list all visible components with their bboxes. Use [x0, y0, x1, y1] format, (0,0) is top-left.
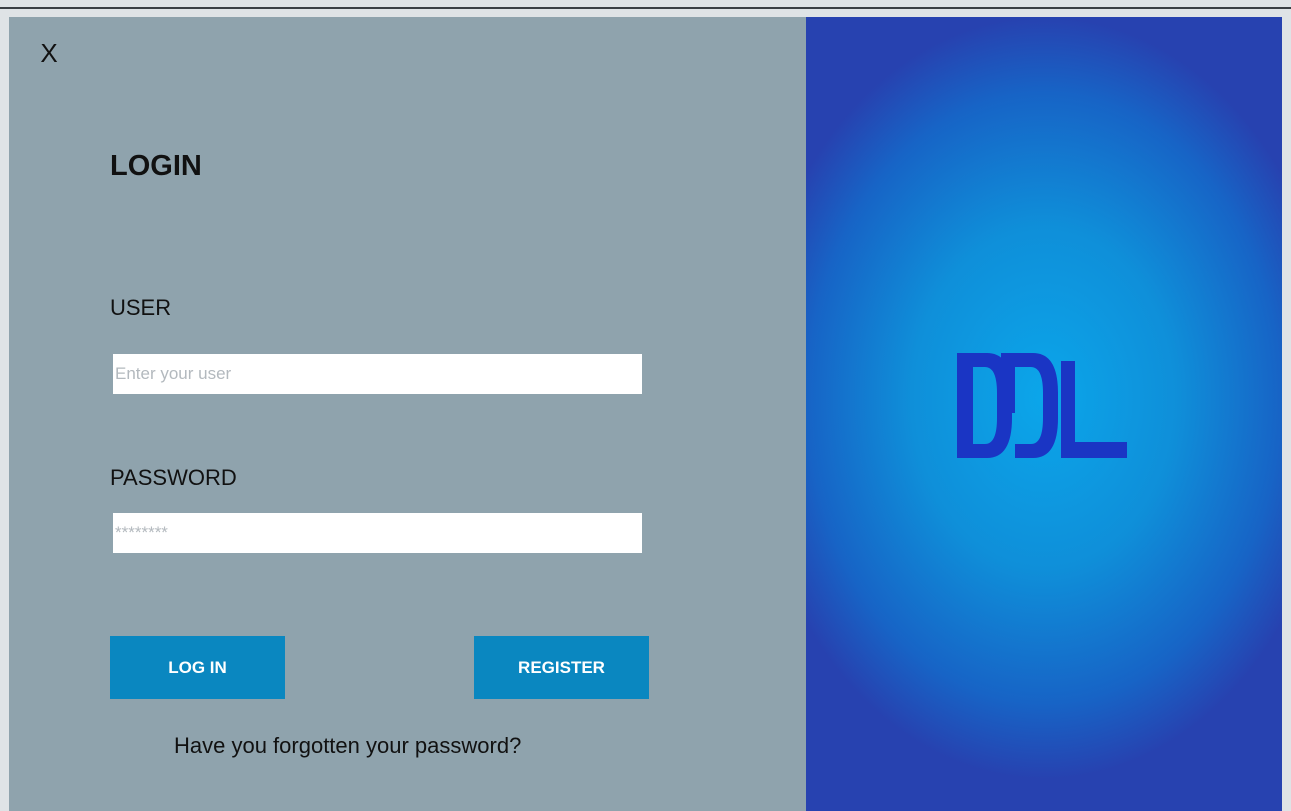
- close-button[interactable]: X: [37, 39, 61, 67]
- login-panel: X LOGIN USER PASSWORD LOG IN REGISTER Ha…: [9, 17, 806, 811]
- brand-panel: [806, 17, 1282, 811]
- register-button[interactable]: REGISTER: [474, 636, 649, 699]
- user-input[interactable]: [113, 354, 642, 394]
- password-input[interactable]: [113, 513, 642, 553]
- ddl-logo: [957, 353, 1127, 458]
- window-top-border: [0, 7, 1291, 9]
- password-label: PASSWORD: [110, 465, 237, 490]
- user-label: USER: [110, 295, 172, 320]
- forgot-password-link[interactable]: Have you forgotten your password?: [174, 733, 521, 759]
- login-dialog: X LOGIN USER PASSWORD LOG IN REGISTER Ha…: [9, 17, 1282, 811]
- login-button[interactable]: LOG IN: [110, 636, 285, 699]
- login-title: LOGIN: [110, 150, 202, 182]
